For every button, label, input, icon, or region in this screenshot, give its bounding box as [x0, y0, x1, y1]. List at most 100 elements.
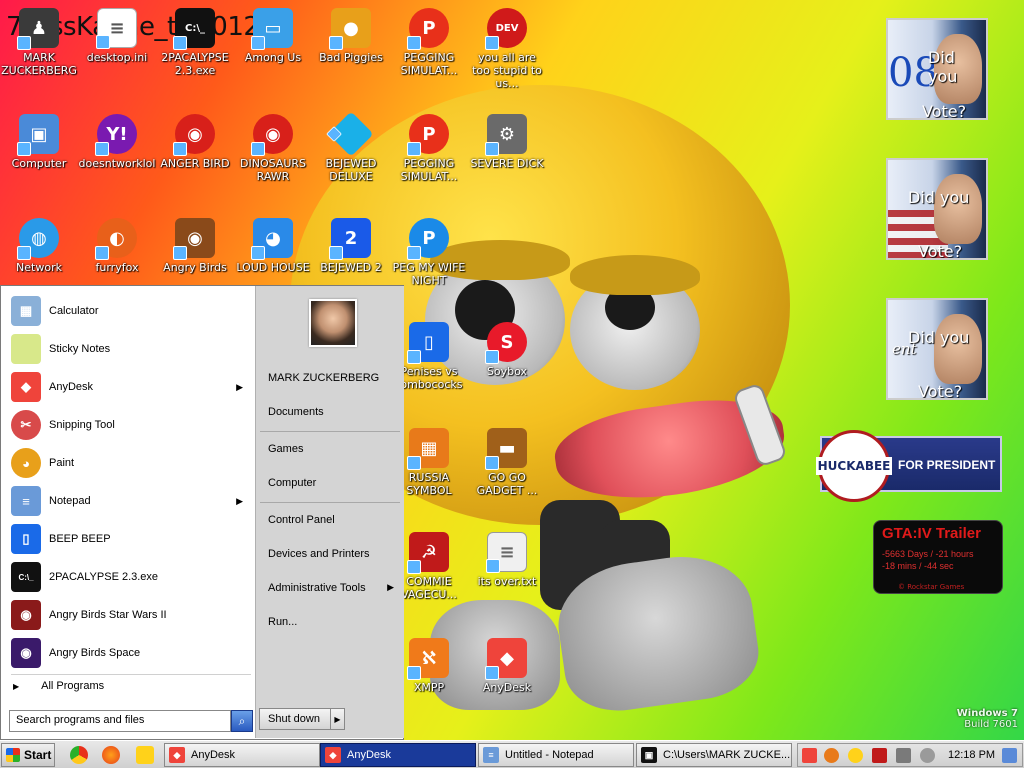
- gadget-vote-clinton[interactable]: Did you ent Vote?: [886, 298, 988, 400]
- emoji-icon[interactable]: [136, 746, 154, 764]
- shutdown-options-arrow-icon[interactable]: ▶: [330, 709, 344, 729]
- notepad-icon: ≡: [11, 486, 41, 516]
- start-menu-link-games[interactable]: Games: [268, 443, 303, 455]
- all-programs-link[interactable]: ▶ All Programs: [13, 680, 104, 692]
- emoji-tray-icon[interactable]: [848, 748, 863, 763]
- desktop-icon-dinosaurs-rawr[interactable]: ◉ DINOSAURS RAWR: [234, 114, 312, 183]
- wallpaper-emoji-lid-right: [570, 255, 700, 295]
- start-menu-item-label: 2PACALYPSE 2.3.exe: [49, 571, 159, 583]
- desktop-icon-label: doesntworklol: [78, 157, 156, 170]
- desktop-icon-label: AnyDesk: [482, 681, 532, 694]
- angry-bird-icon: ◉: [11, 638, 41, 668]
- yahoo-icon: Y!: [95, 114, 137, 156]
- taskbar-button-notepad[interactable]: ≡ Untitled - Notepad: [478, 743, 634, 767]
- desktop-icon-go-go-gadget[interactable]: ▬ GO GO GADGET ...: [468, 428, 546, 497]
- start-menu-item-2pacalypse[interactable]: C:\_ 2PACALYPSE 2.3.exe: [11, 560, 251, 594]
- desktop-icon-computer[interactable]: ▣ Computer: [0, 114, 78, 170]
- gta-footer: © Rockstar Games: [898, 583, 965, 591]
- anydesk-tray-icon[interactable]: [802, 748, 817, 763]
- desktop-icon-its-over-txt[interactable]: ≡ its over.txt: [468, 532, 546, 588]
- start-menu-item-beep-beep[interactable]: ▯ BEEP BEEP: [11, 522, 251, 556]
- search-icon[interactable]: ⌕: [231, 710, 253, 732]
- volume-tray-icon[interactable]: [920, 748, 935, 763]
- start-menu-item-sticky-notes[interactable]: Sticky Notes: [11, 332, 251, 366]
- shutdown-button[interactable]: Shut down ▶: [259, 708, 345, 730]
- security-tray-icon[interactable]: [872, 748, 887, 763]
- scissors-icon: ✂: [11, 410, 41, 440]
- chrome-icon[interactable]: [70, 746, 88, 764]
- file-icon: ≡: [96, 8, 137, 49]
- start-menu-item-calculator[interactable]: ▦ Calculator: [11, 294, 251, 328]
- desktop-icon-among-us[interactable]: ▭ Among Us: [234, 8, 312, 64]
- desktop-icon-2pacalypse[interactable]: C:\_ 2PACALYPSE 2.3.exe: [156, 8, 234, 77]
- bird-icon: ◕: [251, 218, 293, 260]
- start-menu-link-computer[interactable]: Computer: [268, 477, 316, 489]
- desktop-icon-bejewed-deluxe[interactable]: BEJEWED DELUXE: [312, 111, 390, 183]
- show-desktop-icon[interactable]: [1002, 748, 1017, 763]
- desktop-icon-bejewed-2[interactable]: 2 BEJEWED 2: [312, 218, 390, 274]
- desktop-icon-dev-cpp[interactable]: DEV you all are too stupid to us...: [468, 8, 546, 90]
- console-icon: C:\_: [173, 8, 215, 50]
- submenu-arrow-icon: ▶: [236, 495, 243, 506]
- start-button[interactable]: Start: [1, 743, 55, 767]
- start-menu-link-admin-tools[interactable]: Administrative Tools ▶: [268, 582, 402, 594]
- desktop-icon-anger-bird[interactable]: ◉ ANGER BIRD: [156, 114, 234, 170]
- start-menu-link-control-panel[interactable]: Control Panel: [268, 514, 335, 526]
- angry-bird-icon: ◉: [11, 600, 41, 630]
- start-menu-link-documents[interactable]: Documents: [268, 406, 324, 418]
- desktop-icon-label: BEJEWED 2: [320, 261, 382, 274]
- start-menu-separator: [11, 674, 251, 675]
- desktop-icon-doesntworklol[interactable]: Y! doesntworklol: [78, 114, 156, 170]
- taskbar-button-anydesk[interactable]: ◆ AnyDesk: [164, 743, 320, 767]
- submenu-arrow-icon: ▶: [387, 582, 394, 592]
- text-file-icon: ≡: [486, 532, 527, 573]
- angry-bird-icon: ◉: [173, 114, 215, 156]
- user-avatar[interactable]: [309, 299, 357, 347]
- taskbar-button-cmd[interactable]: ▣ C:\Users\MARK ZUCKE...: [636, 743, 792, 767]
- gadget-huckabee[interactable]: HUCKABEE FOR PRESIDENT: [815, 430, 1002, 502]
- anydesk-icon: ◆: [169, 747, 185, 763]
- desktop-icon-pegging-simulator[interactable]: P PEGGING SIMULAT...: [390, 8, 468, 77]
- gadget-gta-countdown[interactable]: GTA:IV Trailer -5663 Days / -21 hours -1…: [873, 520, 1003, 594]
- desktop-icon-label: Computer: [11, 157, 67, 170]
- desktop-icon-pegging-simulator-2[interactable]: P PEGGING SIMULAT...: [390, 114, 468, 183]
- gadget-vote-mccain[interactable]: Did you Vote?: [886, 158, 988, 260]
- start-search-input[interactable]: Search programs and files: [9, 710, 231, 732]
- desktop-icon-desktop-ini[interactable]: ≡ desktop.ini: [78, 8, 156, 64]
- gadget-vote-line1: Did you: [908, 188, 970, 207]
- network-tray-icon[interactable]: [896, 748, 911, 763]
- start-menu-item-anydesk[interactable]: ◆ AnyDesk ▶: [11, 370, 251, 404]
- desktop-icon-furryfox[interactable]: ◐ furryfox: [78, 218, 156, 274]
- taskbar-button-label: Untitled - Notepad: [505, 749, 594, 761]
- start-menu-link-user[interactable]: MARK ZUCKERBERG: [268, 372, 379, 384]
- desktop-icon-soybox[interactable]: S Soybox: [468, 322, 546, 378]
- taskbar-button-anydesk-active[interactable]: ◆ AnyDesk: [320, 743, 476, 767]
- start-menu-item-paint[interactable]: ◕ Paint: [11, 446, 251, 480]
- desktop-icon-angry-birds[interactable]: ◉ Angry Birds: [156, 218, 234, 274]
- phone-icon: ▯: [407, 322, 449, 364]
- start-menu-item-angry-birds-space[interactable]: ◉ Angry Birds Space: [11, 636, 251, 670]
- desktop-icon-bad-piggies[interactable]: ● Bad Piggies: [312, 8, 390, 64]
- gadget-vote-obama[interactable]: 08 Did you Vote?: [886, 18, 988, 120]
- system-tray: 12:18 PM: [797, 743, 1023, 767]
- start-menu-link-run[interactable]: Run...: [268, 616, 297, 628]
- start-menu-link-devices-printers[interactable]: Devices and Printers: [268, 548, 370, 560]
- desktop-icon-label: ANGER BIRD: [160, 157, 230, 170]
- start-menu-item-label: Notepad: [49, 495, 91, 507]
- desktop-icon-peg-my-wife-night[interactable]: P PEG MY WIFE NIGHT: [390, 218, 468, 287]
- desktop-icon-severe-dick[interactable]: ⚙ SEVERE DICK: [468, 114, 546, 170]
- clock[interactable]: 12:18 PM: [948, 749, 995, 761]
- calculator-icon: ▦: [11, 296, 41, 326]
- submenu-arrow-icon: ▶: [236, 381, 243, 392]
- desktop-icon-loud-house[interactable]: ◕ LOUD HOUSE: [234, 218, 312, 274]
- firefox-icon[interactable]: [102, 746, 120, 764]
- desktop-icon-anydesk[interactable]: ◆ AnyDesk: [468, 638, 546, 694]
- start-menu-item-angry-birds-star-wars[interactable]: ◉ Angry Birds Star Wars II: [11, 598, 251, 632]
- desktop-icon-network[interactable]: ◍ Network: [0, 218, 78, 274]
- start-menu-item-label: AnyDesk: [49, 381, 94, 393]
- start-menu-item-snipping-tool[interactable]: ✂ Snipping Tool: [11, 408, 251, 442]
- desktop-icon-mark-zuckerberg[interactable]: ♟ MARK ZUCKERBERG: [0, 8, 78, 77]
- start-menu-item-notepad[interactable]: ≡ Notepad ▶: [11, 484, 251, 518]
- taskbar: Start ◆ AnyDesk ◆ AnyDesk ≡ Untitled - N…: [0, 740, 1024, 768]
- search-tray-icon[interactable]: [824, 748, 839, 763]
